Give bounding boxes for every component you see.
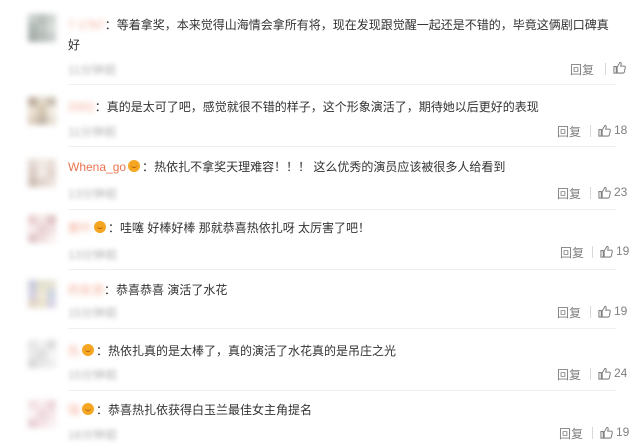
avatar[interactable] bbox=[28, 340, 56, 368]
avatar[interactable] bbox=[28, 215, 56, 243]
divider bbox=[590, 125, 591, 137]
like-count: 19 bbox=[614, 304, 628, 318]
like-button[interactable]: 18 bbox=[598, 123, 627, 137]
username-link[interactable]: 7 1767 bbox=[68, 18, 105, 32]
comment-text: 热依扎不拿奖天理难容！！！ 这么优秀的演员应该被很多人给看到 bbox=[154, 160, 506, 174]
comment-body: 的女孩：恭喜恭喜 演活了水花 bbox=[68, 283, 228, 297]
comment-body: 2002：真的是太可了吧，感觉就很不错的样子，这个形象演活了，期待她以后更好的表… bbox=[68, 100, 539, 114]
like-count: 19 bbox=[616, 425, 630, 439]
like-button[interactable]: 23 bbox=[598, 185, 627, 199]
vip-badge-icon bbox=[94, 221, 107, 233]
divider bbox=[590, 368, 591, 380]
separator bbox=[68, 390, 616, 391]
username-link[interactable]: 紫叶 bbox=[68, 221, 92, 235]
comment-text: 热依扎真的是太棒了，真的演活了水花真的是吊庄之光 bbox=[108, 344, 397, 358]
separator bbox=[68, 146, 616, 147]
comment-time: 15分钟前 bbox=[68, 306, 118, 320]
comment-text: 哇噻 好棒好棒 那就恭喜热依扎呀 太厉害了吧！ bbox=[120, 221, 371, 235]
comment-time: 13分钟前 bbox=[68, 248, 118, 262]
reply-button[interactable]: 回复 bbox=[557, 304, 581, 321]
comment-time: 16分钟前 bbox=[68, 428, 118, 442]
divider bbox=[592, 427, 593, 439]
reply-button[interactable]: 回复 bbox=[560, 244, 584, 261]
username-link[interactable]: 珑 bbox=[68, 403, 80, 417]
separator bbox=[68, 269, 616, 270]
username-link[interactable]: 的女孩 bbox=[68, 283, 104, 297]
thumbs-up-icon bbox=[598, 124, 611, 137]
separator bbox=[68, 328, 616, 329]
comment-text-prefix: ： bbox=[104, 18, 117, 32]
divider bbox=[590, 187, 591, 199]
comment-time: 11分钟前 bbox=[68, 63, 117, 77]
comment-body: 紫叶 ：哇噻 好棒好棒 那就恭喜热依扎呀 太厉害了吧！ bbox=[68, 221, 371, 235]
thumbs-up-icon bbox=[598, 367, 611, 380]
reply-button[interactable]: 回复 bbox=[557, 185, 581, 202]
avatar[interactable] bbox=[28, 159, 56, 187]
reply-button[interactable]: 回复 bbox=[559, 425, 583, 442]
thumbs-up-icon bbox=[598, 186, 611, 199]
vip-badge-icon bbox=[128, 160, 141, 172]
thumbs-up-icon bbox=[600, 245, 613, 258]
avatar[interactable] bbox=[28, 400, 56, 428]
like-button[interactable]: 19 bbox=[600, 244, 629, 258]
avatar[interactable] bbox=[28, 280, 56, 308]
thumbs-up-icon bbox=[600, 426, 613, 439]
comment-body: 仇：热依扎真的是太棒了，真的演活了水花真的是吊庄之光 bbox=[68, 344, 397, 358]
avatar[interactable] bbox=[28, 14, 56, 42]
comment-text: 等着拿奖，本来觉得山海情会拿所有将，现在发现跟觉醒一起还是不错的，毕竟这俩剧口碑… bbox=[68, 18, 609, 52]
username-link[interactable]: 2002 bbox=[68, 100, 95, 114]
vip-badge-icon bbox=[82, 344, 95, 356]
like-button[interactable]: 19 bbox=[600, 425, 629, 439]
comment-time: 13分钟前 bbox=[68, 187, 118, 201]
comment-body: Whena_go ：热依扎不拿奖天理难容！！！ 这么优秀的演员应该被很多人给看到 bbox=[68, 160, 506, 174]
separator bbox=[68, 84, 616, 85]
separator bbox=[68, 209, 616, 210]
comment-text: 恭喜恭喜 演活了水花 bbox=[116, 283, 228, 297]
thumbs-up-icon bbox=[598, 305, 611, 318]
like-button[interactable]: 24 bbox=[598, 366, 627, 380]
comment-body: 珑：恭喜热扎依获得白玉兰最佳女主角提名 bbox=[68, 403, 313, 417]
comment-text: 恭喜热扎依获得白玉兰最佳女主角提名 bbox=[108, 403, 313, 417]
like-button[interactable] bbox=[613, 61, 629, 74]
vip-badge-icon bbox=[82, 403, 95, 415]
reply-button[interactable]: 回复 bbox=[557, 366, 581, 383]
username-link[interactable]: 仇 bbox=[68, 344, 80, 358]
divider bbox=[590, 306, 591, 318]
thumbs-up-icon bbox=[613, 61, 626, 74]
avatar[interactable] bbox=[28, 97, 56, 125]
comment-text: 真的是太可了吧，感觉就很不错的样子，这个形象演活了，期待她以后更好的表现 bbox=[106, 100, 539, 114]
comment-time: 11分钟前 bbox=[68, 125, 117, 139]
username-link[interactable]: Whena_go bbox=[68, 160, 126, 174]
comment-body: 7 1767：等着拿奖，本来觉得山海情会拿所有将，现在发现跟觉醒一起还是不错的，… bbox=[68, 15, 616, 55]
divider bbox=[605, 63, 606, 75]
reply-button[interactable]: 回复 bbox=[570, 61, 594, 78]
like-count: 19 bbox=[616, 244, 630, 258]
like-count: 23 bbox=[614, 185, 628, 199]
divider bbox=[592, 246, 593, 258]
like-button[interactable]: 19 bbox=[598, 304, 627, 318]
comment-time: 15分钟前 bbox=[68, 368, 118, 382]
like-count: 18 bbox=[614, 123, 628, 137]
like-count: 24 bbox=[614, 366, 628, 380]
reply-button[interactable]: 回复 bbox=[557, 123, 581, 140]
